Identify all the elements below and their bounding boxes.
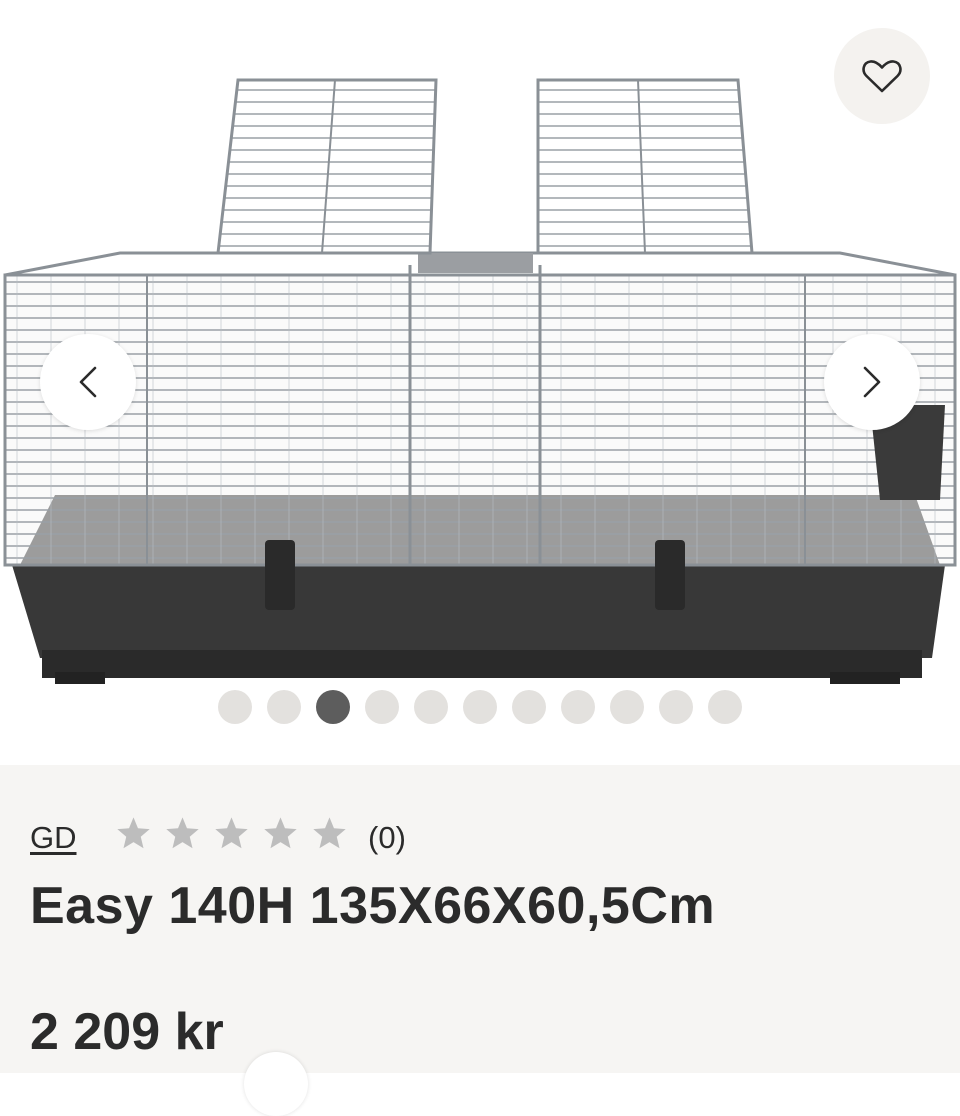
pagination-dot[interactable]	[708, 690, 742, 724]
product-image	[3, 78, 957, 684]
heart-outline-icon	[862, 60, 902, 93]
star-icon	[117, 817, 150, 849]
pagination-dot[interactable]	[463, 690, 497, 724]
star-icon	[264, 817, 297, 849]
floating-action-button[interactable]	[244, 1052, 308, 1116]
star-icon	[215, 817, 248, 849]
favorite-button[interactable]	[834, 28, 930, 124]
image-pagination-dots	[0, 690, 960, 728]
pagination-dot[interactable]	[267, 690, 301, 724]
pagination-dot[interactable]	[512, 690, 546, 724]
pagination-dot[interactable]	[218, 690, 252, 724]
rating-count[interactable]: (0)	[368, 820, 406, 856]
brand-link[interactable]: GD	[30, 820, 77, 856]
star-icon	[166, 817, 199, 849]
pagination-dot[interactable]	[659, 690, 693, 724]
next-image-button[interactable]	[824, 334, 920, 430]
star-icon	[313, 817, 346, 849]
pagination-dot[interactable]	[414, 690, 448, 724]
chevron-left-icon	[79, 366, 97, 398]
product-gallery	[0, 0, 960, 765]
pagination-dot[interactable]	[561, 690, 595, 724]
pagination-dot[interactable]	[610, 690, 644, 724]
previous-image-button[interactable]	[40, 334, 136, 430]
product-title: Easy 140H 135X66X60,5Cm	[30, 877, 716, 935]
rating-stars[interactable]	[115, 815, 348, 852]
pagination-dot[interactable]	[316, 690, 350, 724]
chevron-right-icon	[863, 366, 881, 398]
product-price: 2 209 kr	[30, 1003, 224, 1061]
pagination-dot[interactable]	[365, 690, 399, 724]
